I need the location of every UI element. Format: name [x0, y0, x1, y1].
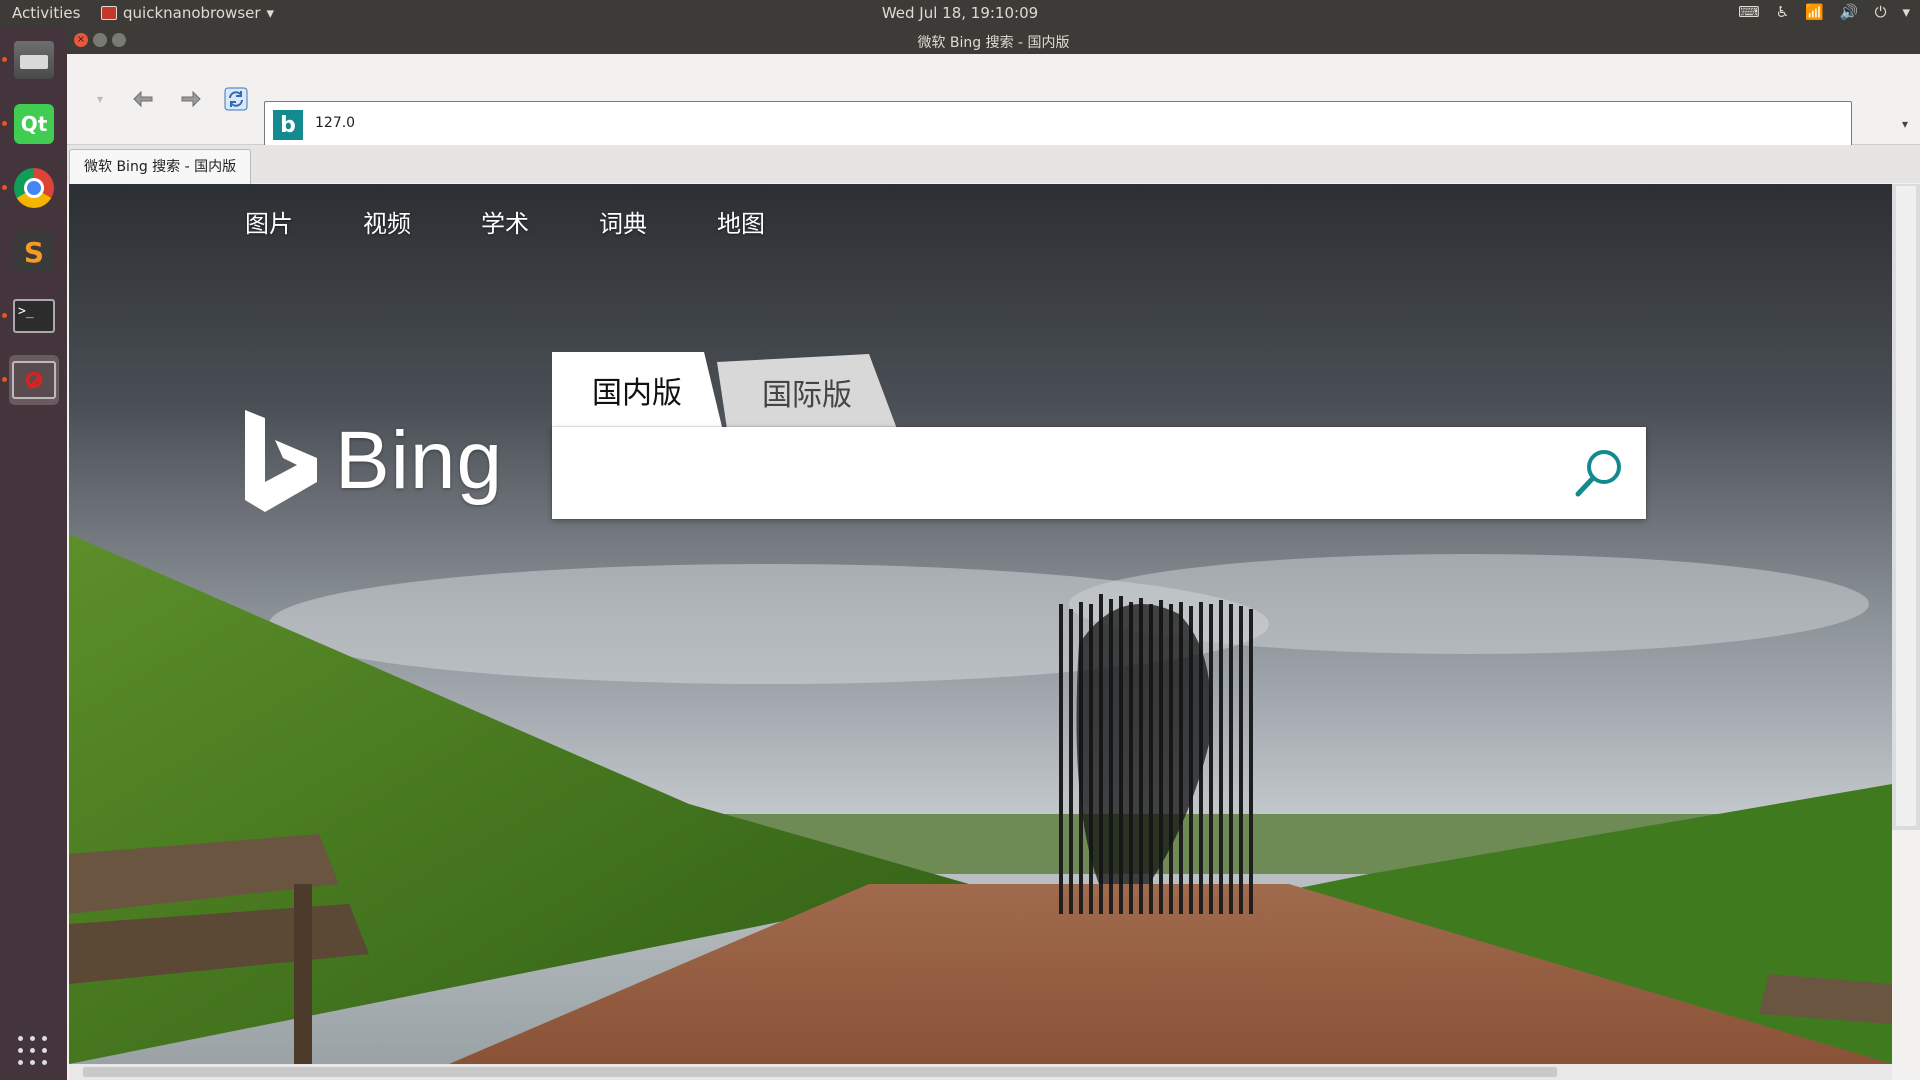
launcher: Qt S >_: [0, 27, 68, 1080]
running-indicator: [2, 185, 7, 190]
nav-maps[interactable]: 地图: [717, 204, 765, 239]
launcher-terminal[interactable]: >_: [2, 291, 59, 341]
running-indicator: [2, 377, 7, 382]
window-title: 微软 Bing 搜索 - 国内版: [917, 35, 1070, 51]
terminal-icon: >_: [13, 299, 55, 333]
launcher-blocked-app[interactable]: [2, 355, 59, 405]
bing-logo-icon: [245, 410, 317, 512]
history-dropdown-icon[interactable]: ▾: [85, 84, 115, 114]
system-tray: ⌨ ♿ 📶 🔊 ⏻ ▾: [1738, 3, 1910, 21]
bing-logo[interactable]: Bing: [245, 410, 503, 512]
keyboard-icon[interactable]: ⌨: [1738, 3, 1760, 21]
page-viewport: 图片 视频 学术 词典 地图 Bing 国际版 国内版: [69, 184, 1892, 1064]
power-icon[interactable]: ⏻: [1875, 3, 1887, 21]
search-button[interactable]: [1569, 443, 1629, 503]
window-titlebar[interactable]: × 微软 Bing 搜索 - 国内版: [67, 27, 1920, 54]
nav-videos[interactable]: 视频: [363, 204, 411, 239]
browser-toolbar: ▾ b 127.0 ▾: [67, 54, 1920, 147]
nav-dictionary[interactable]: 词典: [599, 204, 647, 239]
launcher-files[interactable]: [2, 35, 59, 85]
volume-icon[interactable]: 🔊: [1840, 3, 1859, 21]
search-icon: [1575, 450, 1621, 497]
launcher-chrome[interactable]: [2, 163, 59, 213]
nav-academic[interactable]: 学术: [481, 204, 529, 239]
back-arrow-icon: [133, 90, 153, 108]
wifi-icon[interactable]: 📶: [1805, 3, 1824, 21]
launcher-qt-creator[interactable]: Qt: [2, 99, 59, 149]
sublime-text-icon: S: [14, 232, 54, 272]
running-indicator: [2, 57, 7, 62]
tab-bing[interactable]: 微软 Bing 搜索 - 国内版: [69, 149, 252, 184]
background-image: [69, 184, 1892, 1064]
accessibility-icon[interactable]: ♿: [1776, 3, 1789, 21]
forward-button[interactable]: [175, 84, 205, 114]
search-box: [552, 427, 1646, 519]
blocked-app-icon: [12, 361, 56, 399]
launcher-sublime-text[interactable]: S: [9, 227, 59, 277]
address-dropdown-icon[interactable]: ▾: [1902, 117, 1908, 131]
address-text: 127.0: [315, 115, 356, 131]
scrollbar-thumb[interactable]: [1896, 186, 1916, 826]
horizontal-scrollbar[interactable]: [69, 1064, 1892, 1080]
forward-arrow-icon: [181, 90, 201, 108]
bing-top-nav: 图片 视频 学术 词典 地图: [245, 204, 765, 239]
chevron-down-icon[interactable]: ▾: [1902, 3, 1910, 21]
running-indicator: [2, 121, 7, 126]
nav-images[interactable]: 图片: [245, 204, 293, 239]
tab-domestic[interactable]: 国内版: [552, 352, 722, 427]
browser-window: × 微软 Bing 搜索 - 国内版 ▾ b 127.0 ▾ 微软 Bing 搜…: [67, 27, 1920, 1080]
clock[interactable]: Wed Jul 18, 19:10:09: [0, 4, 1920, 22]
vertical-scrollbar[interactable]: [1892, 184, 1920, 830]
tab-bar: 微软 Bing 搜索 - 国内版: [67, 145, 1920, 184]
reload-icon: [224, 87, 248, 111]
tab-international[interactable]: 国际版: [717, 354, 897, 429]
show-applications-icon[interactable]: [18, 1036, 48, 1066]
back-button[interactable]: [129, 84, 159, 114]
reload-button[interactable]: [221, 84, 251, 114]
files-icon: [14, 41, 54, 79]
search-input[interactable]: [572, 447, 1536, 501]
bing-favicon-icon: b: [273, 110, 303, 140]
top-panel: Activities quicknanobrowser ▾ Wed Jul 18…: [0, 0, 1920, 27]
scrollbar-thumb[interactable]: [83, 1067, 1557, 1077]
bing-logo-text: Bing: [335, 415, 504, 506]
running-indicator: [2, 313, 7, 318]
qt-creator-icon: Qt: [14, 104, 54, 144]
chrome-icon: [14, 168, 54, 208]
address-bar[interactable]: b 127.0: [264, 101, 1852, 147]
